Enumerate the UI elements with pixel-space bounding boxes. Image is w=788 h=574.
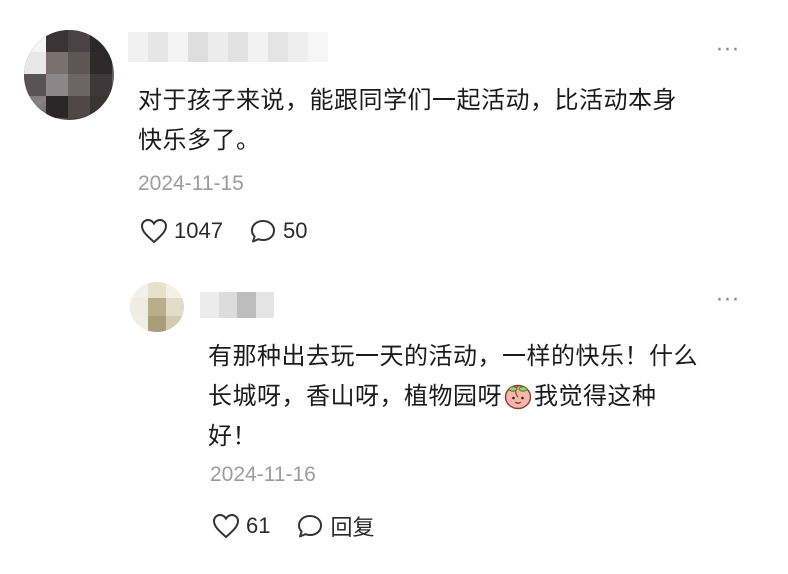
- more-dots-icon[interactable]: ···: [716, 290, 740, 312]
- reply-button[interactable]: 回复: [296, 510, 375, 542]
- author-name-blurred[interactable]: [128, 32, 328, 62]
- reply-count: 50: [282, 218, 308, 243]
- comment-text-line: 对于孩子来说，能跟同学们一起活动，比活动本身: [138, 86, 677, 114]
- comment-date: 2024-11-16: [210, 463, 316, 486]
- comment-actions: 61 回复: [212, 510, 401, 542]
- heart-icon: [212, 513, 240, 539]
- reply-label: 回复: [330, 515, 375, 540]
- comment-actions: 1047 50: [140, 218, 333, 244]
- like-count: 1047: [174, 218, 223, 243]
- like-button[interactable]: 61: [212, 513, 270, 539]
- like-button[interactable]: 1047: [140, 218, 223, 244]
- avatar[interactable]: [130, 282, 184, 332]
- comment-text-line: 长城呀，香山呀，植物园呀 我觉得这种: [208, 376, 753, 416]
- like-count: 61: [246, 513, 271, 538]
- comment-text: 有那种出去玩一天的活动，一样的快乐！什么 长城呀，香山呀，植物园呀 我觉得这种 …: [208, 336, 753, 456]
- more-dots-icon[interactable]: ···: [716, 40, 740, 62]
- comment-bubble-icon: [298, 515, 323, 538]
- comment-bubble-icon: [250, 220, 275, 243]
- comment-text: 对于孩子来说，能跟同学们一起活动，比活动本身 快乐多了。: [138, 80, 738, 160]
- heart-icon: [140, 218, 168, 244]
- comment-date: 2024-11-15: [138, 172, 244, 195]
- author-name-blurred[interactable]: [200, 292, 274, 318]
- avatar[interactable]: [24, 30, 114, 120]
- comment-text-line: 好！: [208, 422, 257, 450]
- comment-text-segment: 我觉得这种: [534, 382, 657, 410]
- peach-emoji-icon: [504, 384, 532, 410]
- reply-button[interactable]: 50: [249, 218, 307, 244]
- comment-text-line: 快乐多了。: [138, 126, 261, 154]
- comment-text-line: 有那种出去玩一天的活动，一样的快乐！什么: [208, 342, 698, 370]
- comment-text-segment: 长城呀，香山呀，植物园呀: [208, 382, 502, 410]
